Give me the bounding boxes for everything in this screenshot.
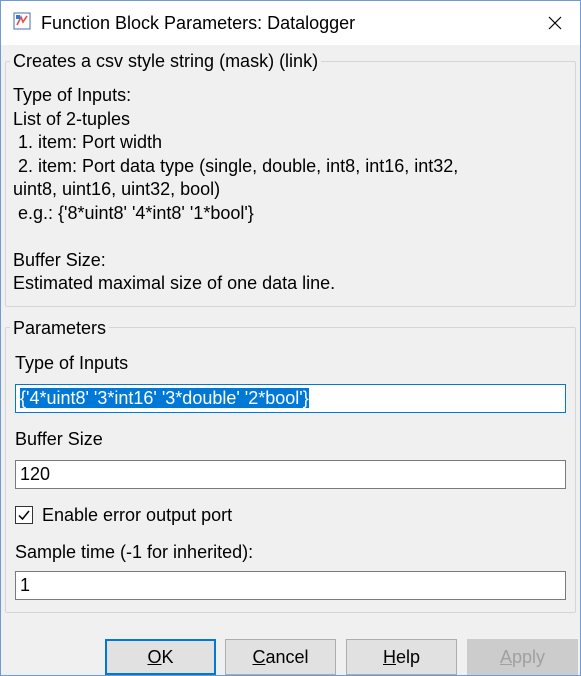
ok-button[interactable]: OK xyxy=(105,639,216,675)
buffer-size-input[interactable]: 120 xyxy=(15,460,566,489)
buffer-size-label: Buffer Size xyxy=(15,429,103,449)
help-button-label-post: elp xyxy=(395,647,421,667)
ok-button-label-post: K xyxy=(161,647,174,667)
sample-time-value: 1 xyxy=(20,575,31,595)
parameters-group-title: Parameters xyxy=(10,317,110,339)
apply-button-accel: A xyxy=(499,647,512,667)
help-button[interactable]: Help xyxy=(346,639,457,675)
enable-error-output-label[interactable]: Enable error output port xyxy=(42,504,232,526)
dialog-window: Function Block Parameters: Datalogger Cr… xyxy=(0,0,581,676)
description-text: Type of Inputs: List of 2-tuples 1. item… xyxy=(13,85,459,293)
close-button[interactable] xyxy=(530,1,580,45)
title-bar[interactable]: Function Block Parameters: Datalogger xyxy=(1,1,580,45)
apply-button-label-post: pply xyxy=(511,647,546,667)
sample-time-input[interactable]: 1 xyxy=(15,571,566,600)
simulink-block-icon xyxy=(13,12,31,30)
cancel-button-label-post: ancel xyxy=(265,647,309,667)
enable-error-output-checkbox[interactable] xyxy=(15,506,33,524)
window-title: Function Block Parameters: Datalogger xyxy=(41,13,356,33)
ok-button-accel: O xyxy=(147,647,162,667)
cancel-button-accel: C xyxy=(252,647,266,667)
cancel-button[interactable]: Cancel xyxy=(225,639,336,675)
checkmark-icon xyxy=(18,510,30,521)
type-of-inputs-input[interactable]: {'4*uint8' '3*int16' '3*double' '2*bool'… xyxy=(15,384,566,413)
description-group-title: Creates a csv style string (mask) (link) xyxy=(10,50,322,72)
close-icon xyxy=(548,16,562,30)
type-of-inputs-label: Type of Inputs xyxy=(15,353,129,373)
sample-time-label: Sample time (-1 for inherited): xyxy=(15,542,254,562)
buffer-size-value: 120 xyxy=(20,464,51,484)
apply-button[interactable]: Apply xyxy=(467,639,578,675)
help-button-accel: H xyxy=(382,647,396,667)
type-of-inputs-value: {'4*uint8' '3*int16' '3*double' '2*bool'… xyxy=(20,388,309,408)
